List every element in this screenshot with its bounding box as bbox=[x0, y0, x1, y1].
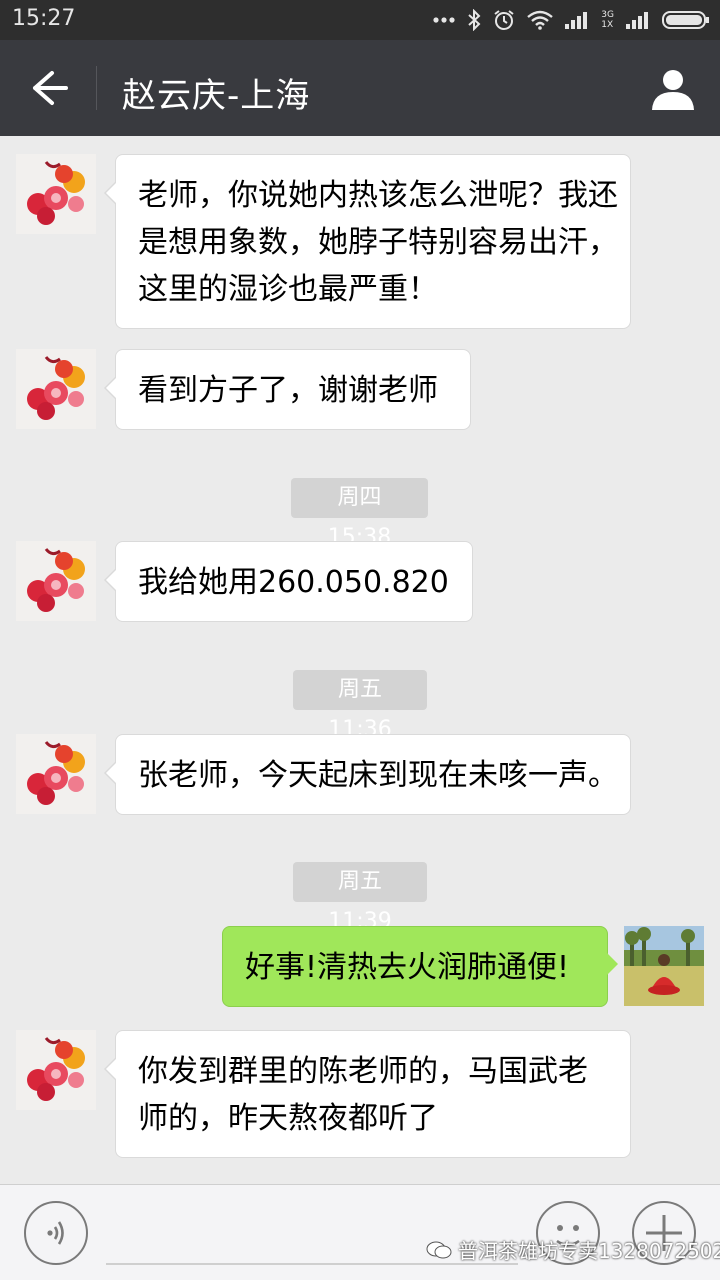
avatar[interactable] bbox=[16, 1030, 96, 1110]
message-text-line: 好事!清热去火润肺通便! bbox=[245, 950, 570, 985]
message-text-line: 我给她用260.050.820 bbox=[138, 565, 449, 600]
message-bubble[interactable]: 张老师，今天起床到现在未咳一声。 bbox=[104, 734, 631, 815]
chat-area[interactable]: 老师，你说她内热该怎么泄呢？我还 是想用象数，她脖子特别容易出汗， 这里的湿诊也最严… bbox=[0, 136, 720, 1184]
avatar[interactable] bbox=[16, 734, 96, 814]
avatar[interactable] bbox=[624, 926, 704, 1006]
chat-title: 赵云庆-上海 bbox=[122, 76, 311, 116]
message-text-line: 张老师，今天起床到现在未咳一声。 bbox=[138, 758, 618, 793]
header-divider bbox=[96, 66, 97, 110]
network-type-bottom: 1X bbox=[601, 20, 614, 30]
voice-button[interactable] bbox=[24, 1201, 88, 1265]
message-text-line: 老师，你说她内热该怎么泄呢？我还 bbox=[138, 178, 618, 213]
timestamp: 周五 11:39 bbox=[293, 862, 427, 934]
chat-header: 赵云庆-上海 bbox=[0, 40, 720, 136]
battery-icon bbox=[662, 11, 709, 29]
message-text-line: 看到方子了，谢谢老师 bbox=[138, 373, 438, 408]
watermark-text: 普洱茶雄坊专卖13280725021 bbox=[458, 1239, 720, 1263]
message-text-line: 师的，昨天熬夜都听了 bbox=[138, 1101, 438, 1136]
message-bubble[interactable]: 老师，你说她内热该怎么泄呢？我还 是想用象数，她脖子特别容易出汗， 这里的湿诊也最严… bbox=[104, 154, 631, 329]
avatar[interactable] bbox=[16, 541, 96, 621]
status-icons: 3G 1X bbox=[433, 8, 710, 32]
message-text-line: 你发到群里的陈老师的，马国武老 bbox=[138, 1054, 588, 1089]
signal-icon bbox=[626, 12, 648, 29]
message-bubble[interactable]: 我给她用260.050.820 bbox=[104, 541, 473, 622]
message-bubble[interactable]: 看到方子了，谢谢老师 bbox=[104, 349, 471, 430]
timestamp: 周四 15:38 bbox=[291, 478, 428, 550]
avatar[interactable] bbox=[16, 349, 96, 429]
back-arrow-icon bbox=[33, 71, 68, 105]
status-time: 15:27 bbox=[12, 6, 76, 31]
signal-icon bbox=[565, 12, 588, 29]
voice-icon bbox=[47, 1221, 64, 1245]
back-button[interactable] bbox=[22, 64, 74, 112]
avatar[interactable] bbox=[16, 154, 96, 234]
more-dots-icon bbox=[433, 17, 455, 23]
message-text-line: 是想用象数，她脖子特别容易出汗， bbox=[138, 225, 618, 260]
message-text-line: 这里的湿诊也最严重！ bbox=[138, 272, 438, 307]
network-type-label: 3G 1X bbox=[601, 10, 614, 30]
input-bar: 普洱茶雄坊专卖13280725021 bbox=[0, 1184, 720, 1280]
network-type-top: 3G bbox=[601, 10, 614, 20]
status-bar: 15:27 3G 1X bbox=[0, 0, 720, 40]
wifi-icon bbox=[527, 10, 554, 30]
person-icon bbox=[652, 70, 694, 110]
watermark: 普洱茶雄坊专卖13280725021 bbox=[426, 1235, 720, 1264]
message-bubble[interactable]: 好事!清热去火润肺通便! bbox=[222, 926, 618, 1007]
timestamp: 周五 11:36 bbox=[293, 670, 427, 742]
message-bubble[interactable]: 你发到群里的陈老师的，马国武老 师的，昨天熬夜都听了 bbox=[104, 1030, 631, 1158]
bluetooth-icon bbox=[468, 9, 481, 31]
contact-info-button[interactable] bbox=[650, 66, 696, 112]
alarm-icon bbox=[494, 10, 514, 30]
wechat-logo-icon bbox=[426, 1241, 452, 1258]
